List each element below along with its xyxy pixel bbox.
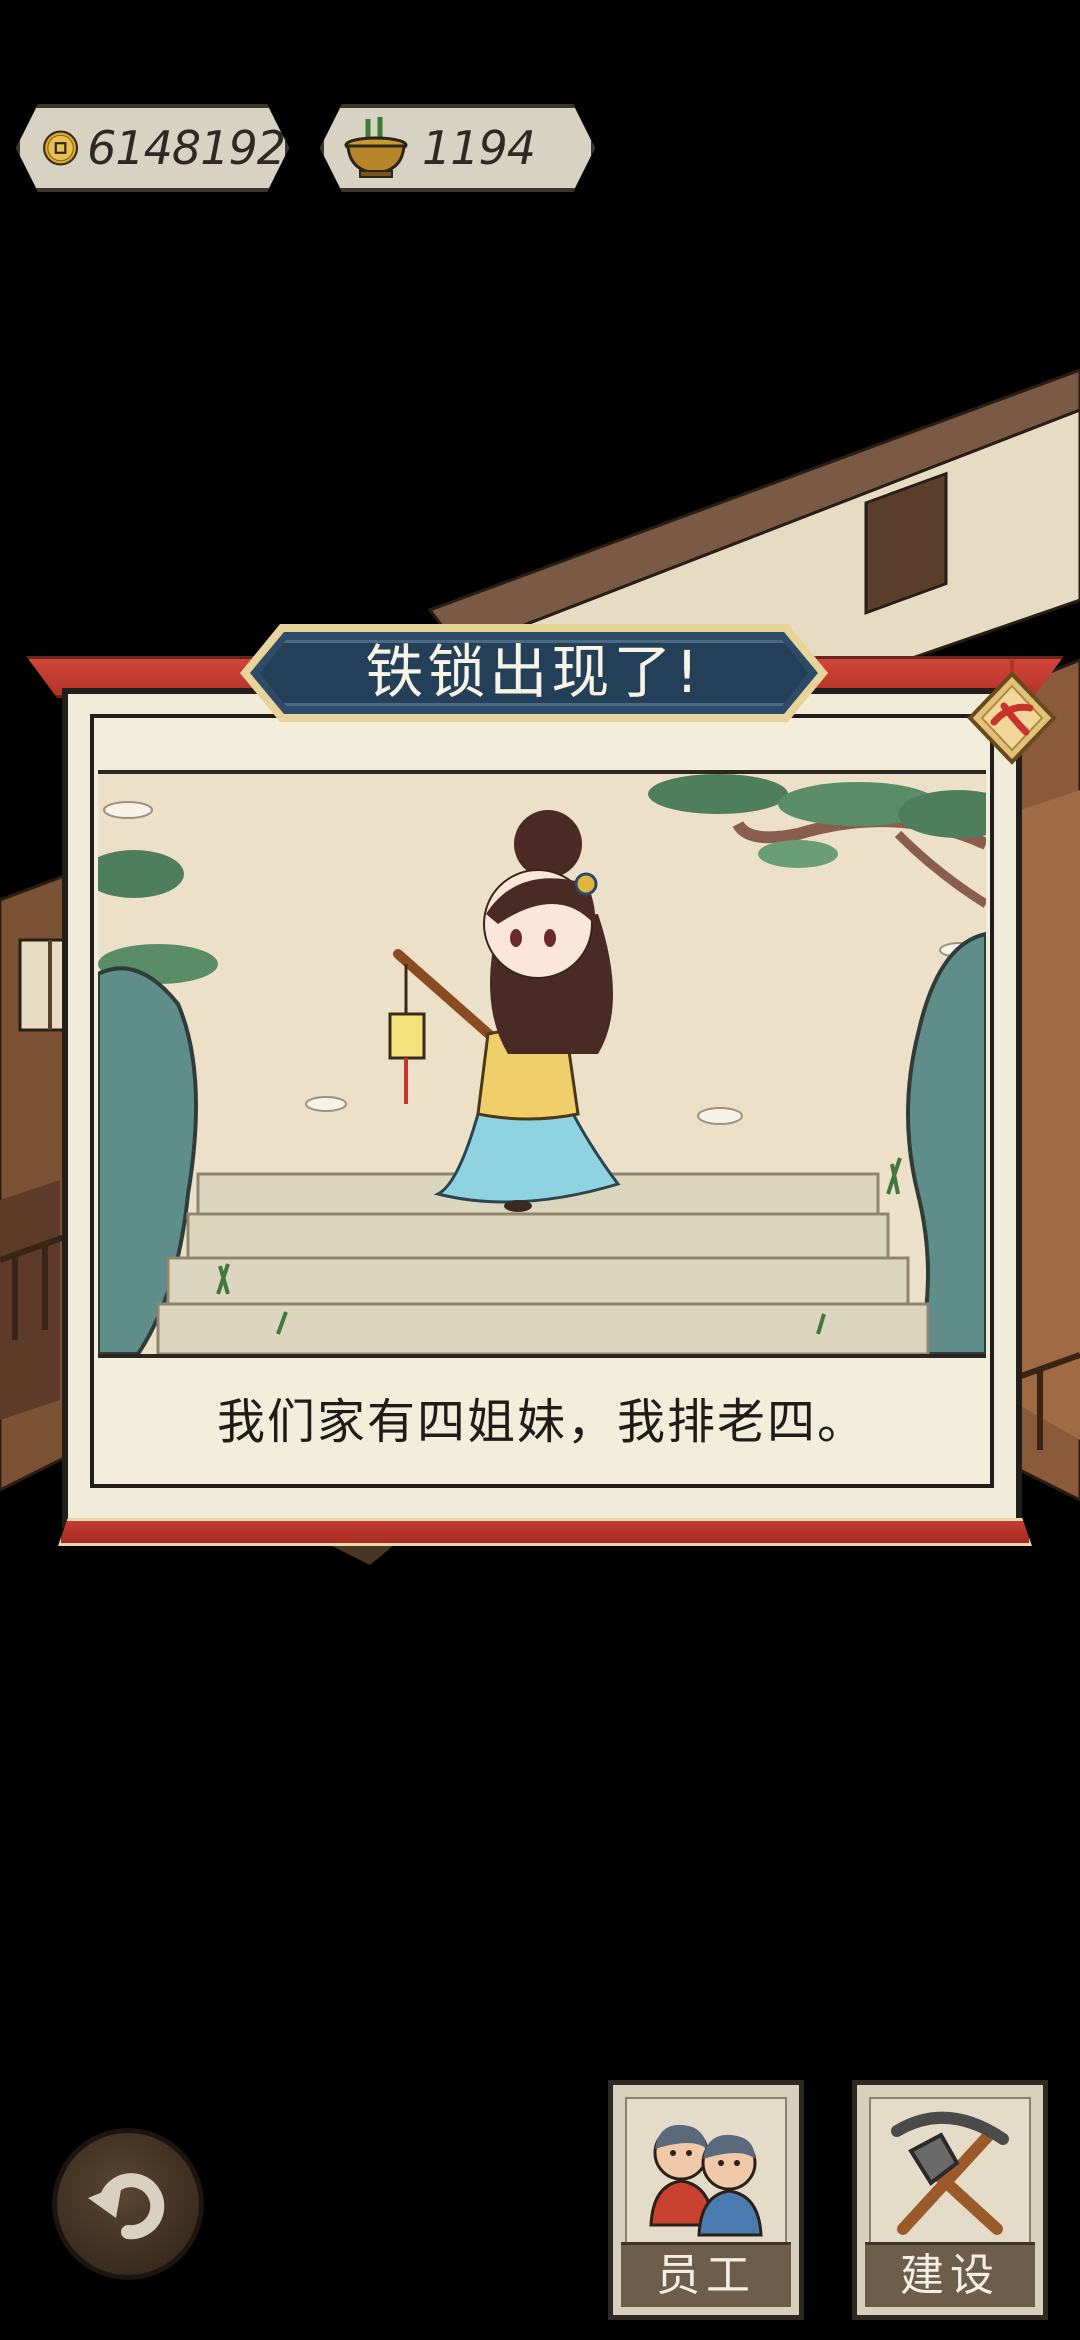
- staff-label: 员工: [621, 2242, 791, 2307]
- build-button[interactable]: 建设: [852, 2080, 1048, 2320]
- coin-value: 6148192: [87, 121, 285, 175]
- dialog-caption: 我们家有四姐妹，我排老四。: [216, 1394, 867, 1450]
- incense-burner-icon: [338, 113, 414, 183]
- dialog-title: 铁锁出现了!: [365, 638, 703, 706]
- staff-button[interactable]: 员工: [608, 2080, 804, 2320]
- build-label: 建设: [865, 2242, 1035, 2307]
- back-button[interactable]: [52, 2128, 204, 2280]
- close-badge-icon[interactable]: [964, 660, 1060, 770]
- coin-counter[interactable]: 6148192: [16, 104, 289, 192]
- incense-counter[interactable]: 1194: [320, 104, 595, 192]
- return-arrow-icon: [88, 2173, 165, 2240]
- dialog-title-banner: 铁锁出现了!: [240, 624, 828, 722]
- event-dialog: 铁锁出现了! 我们家有四姐妹，我排老四。: [26, 688, 1064, 1546]
- pickaxe-shovel-icon: [891, 2111, 1009, 2235]
- dialog-bottom-ribbon: [58, 1518, 1032, 1546]
- incense-value: 1194: [422, 121, 536, 175]
- staff-icon: [649, 2124, 763, 2237]
- copper-coin-icon: [42, 113, 79, 183]
- lantern-icon: [388, 1012, 426, 1060]
- story-illustration: [98, 770, 986, 1358]
